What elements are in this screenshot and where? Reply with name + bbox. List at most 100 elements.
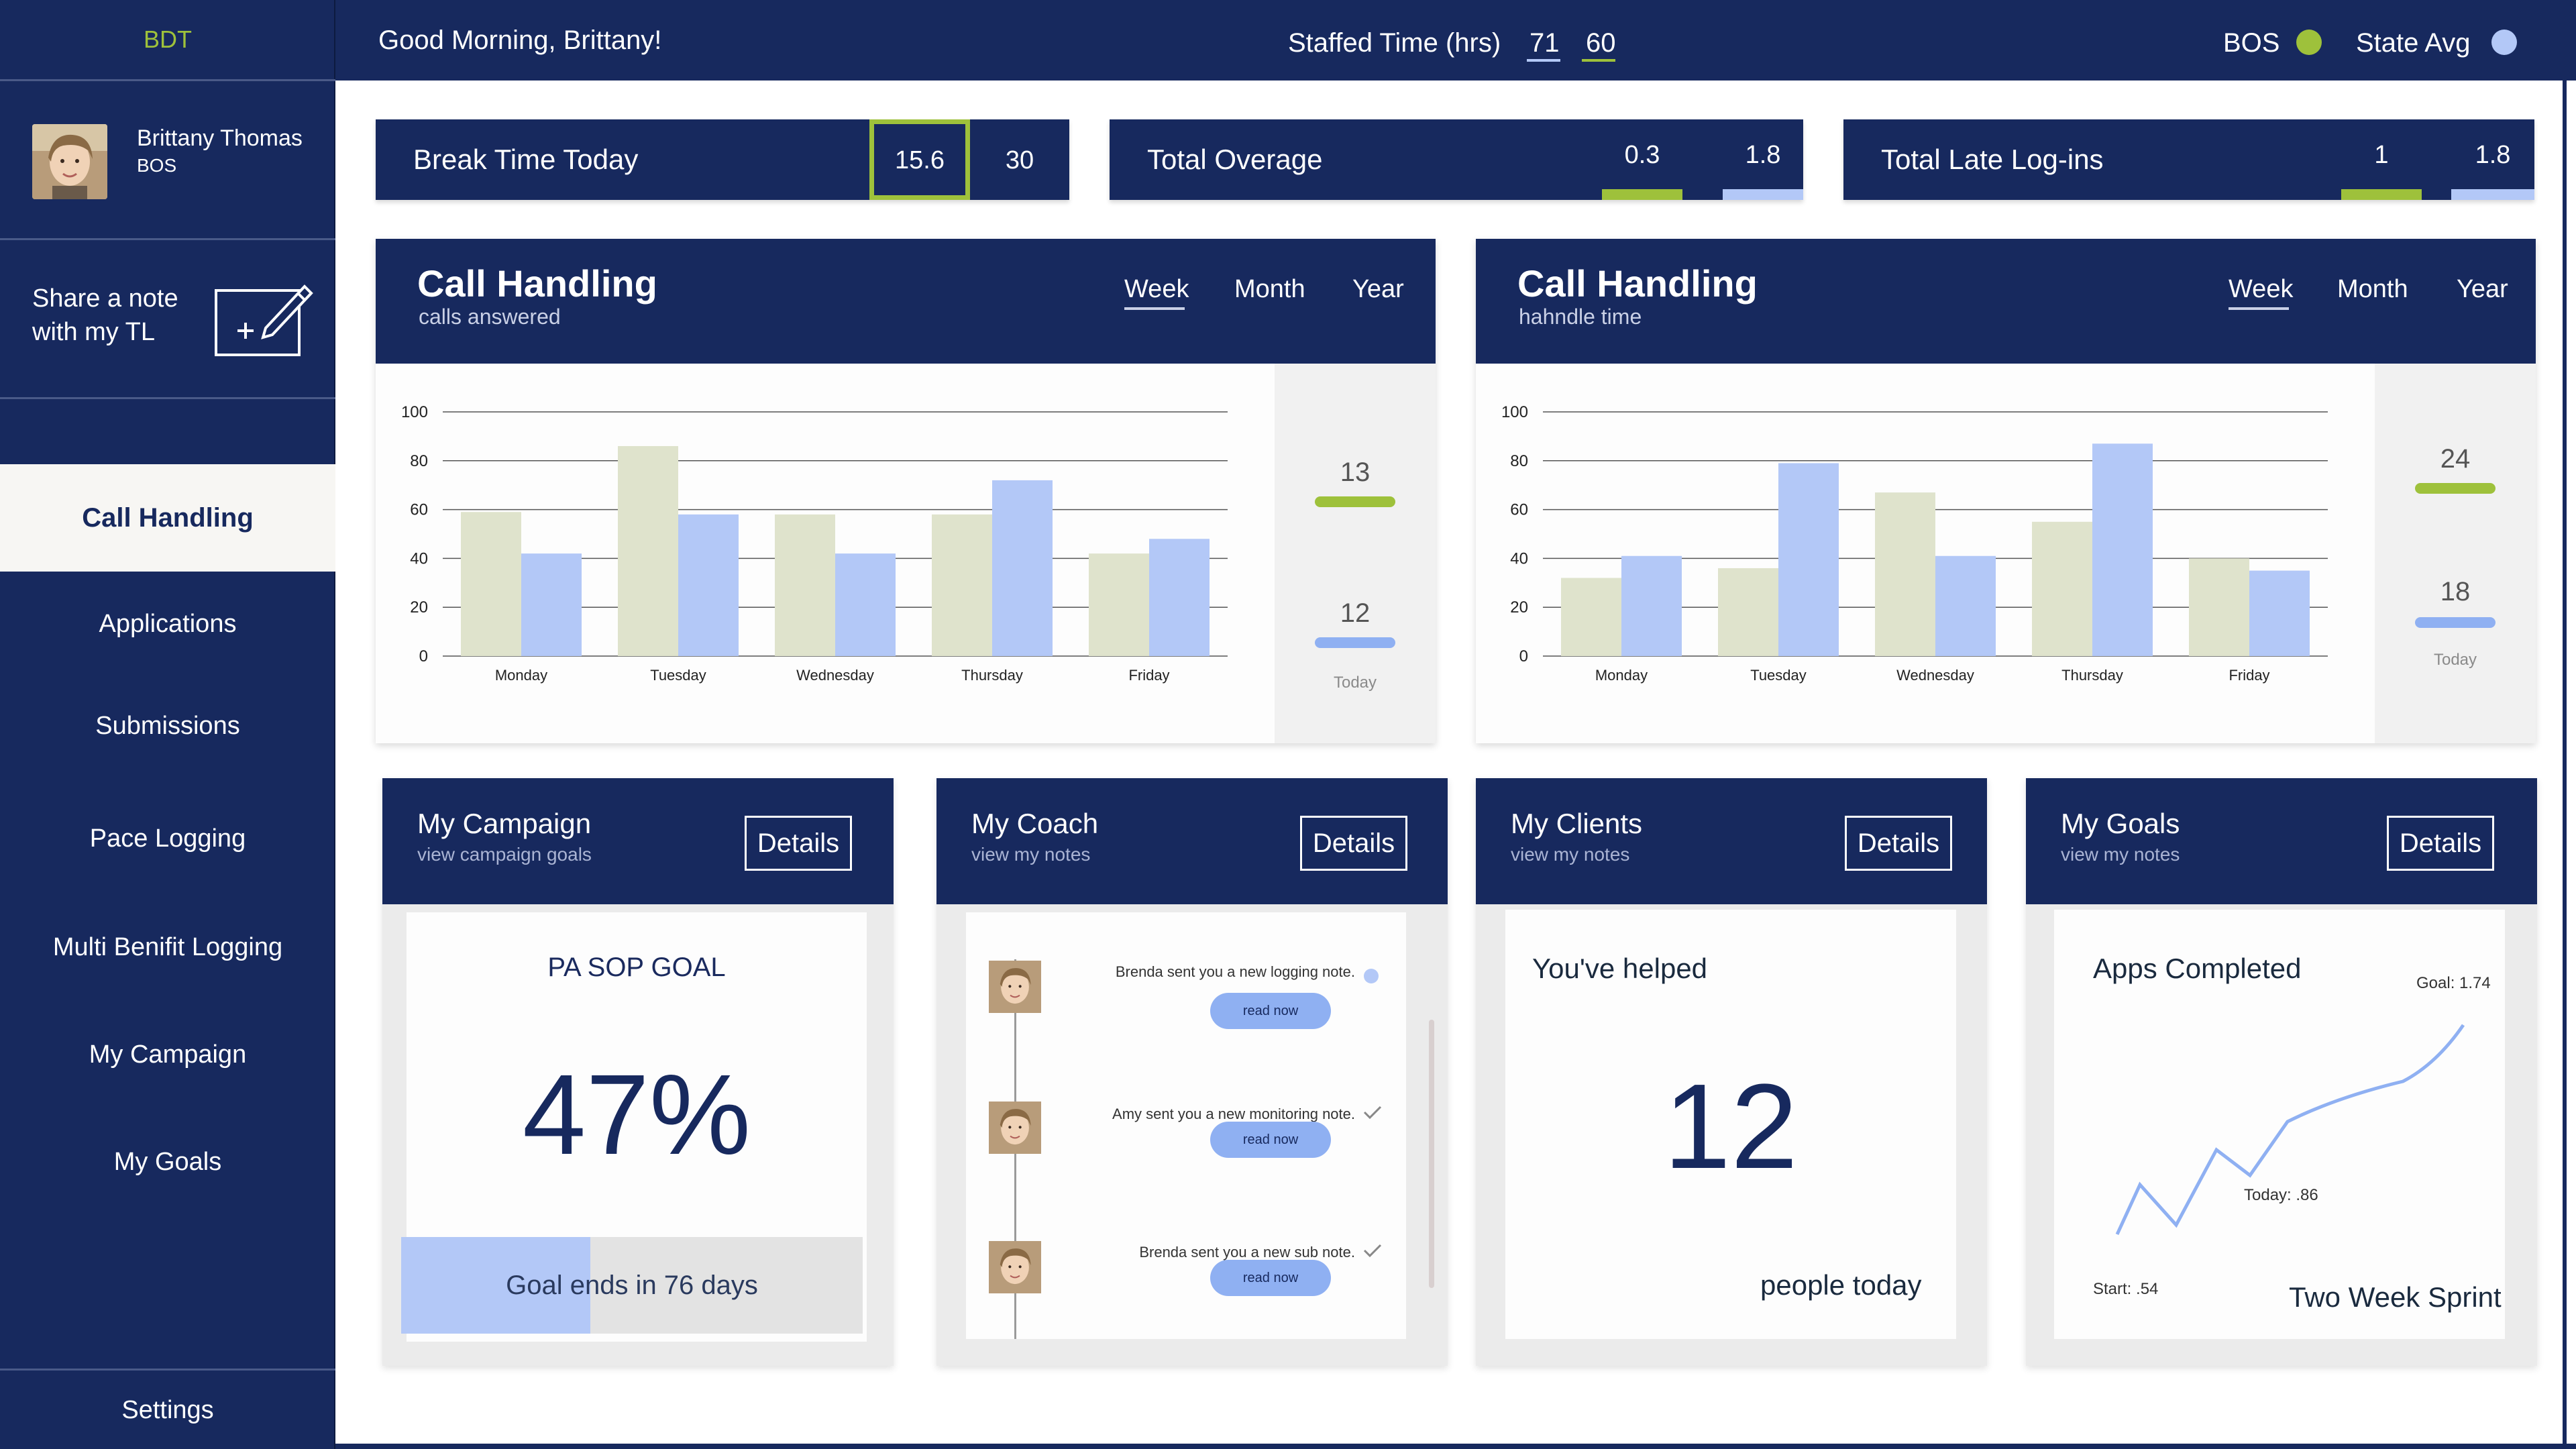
sidebar: BDT Brittany Thomas BOS Share a note wit… xyxy=(0,0,335,1449)
start-value-label: Start: .54 xyxy=(2093,1280,2159,1298)
tab-year[interactable]: Year xyxy=(2457,275,2508,304)
y-tick-label: 0 xyxy=(419,647,428,665)
divider xyxy=(0,1368,335,1371)
staffed-time-label: Staffed Time (hrs) xyxy=(1288,28,1501,58)
bar-thursday-bos xyxy=(932,514,992,656)
chart-title: Call Handling xyxy=(417,262,657,305)
today-bos-value: 24 xyxy=(2440,444,2471,474)
card-subtitle: view my notes xyxy=(1511,844,1630,865)
sidebar-item-applications[interactable]: Applications xyxy=(0,590,335,657)
bar-chart: 0 20 40 60 80 100 Monday Tuesday Wednesday Thursd… xyxy=(1501,403,2328,684)
read-now-button[interactable]: read now xyxy=(1210,1260,1331,1296)
sidebar-item-submissions[interactable]: Submissions xyxy=(0,692,335,759)
avatar xyxy=(32,124,107,199)
details-button[interactable]: Details xyxy=(745,816,852,871)
y-tick-label: 20 xyxy=(1510,598,1528,616)
top-bar: Good Morning, Brittany! Staffed Time (hr… xyxy=(335,0,2576,80)
today-bos-value: 13 xyxy=(1340,458,1371,487)
bos-bar xyxy=(1602,189,1682,200)
goal-progress-track: Goal ends in 76 days xyxy=(401,1237,863,1334)
staffed-bos-value: 60 xyxy=(1586,28,1616,58)
chart-subtitle: hahndle time xyxy=(1519,305,1642,329)
chart-title: Call Handling xyxy=(1517,262,1758,305)
state-indicator xyxy=(1315,637,1395,648)
right-edge xyxy=(2563,80,2567,1449)
bos-indicator xyxy=(2415,483,2496,494)
divider xyxy=(0,397,335,399)
my-goals-card: My Goals view my notes Details Apps Comp… xyxy=(2026,778,2537,1366)
bar-tuesday-bos xyxy=(1718,568,1778,656)
stat-label: Total Overage xyxy=(1147,144,1323,175)
bar-friday-bos xyxy=(2189,558,2249,656)
tab-year[interactable]: Year xyxy=(1352,275,1404,304)
my-clients-card: My Clients view my notes Details You've … xyxy=(1476,778,1987,1366)
y-tick-label: 100 xyxy=(1501,403,1528,421)
stat-label: Total Late Log-ins xyxy=(1881,144,2104,175)
tab-week[interactable]: Week xyxy=(2229,275,2293,304)
details-button[interactable]: Details xyxy=(1300,816,1407,871)
bos-bar xyxy=(2341,189,2422,200)
bar-tuesday-state xyxy=(678,514,739,656)
today-value-label: Today: .86 xyxy=(2244,1186,2318,1204)
tab-month[interactable]: Month xyxy=(1234,275,1305,304)
user-profile[interactable]: Brittany Thomas BOS xyxy=(0,81,335,238)
legend-state-dot xyxy=(2491,30,2517,55)
x-tick-label: Thursday xyxy=(961,667,1023,684)
tab-week[interactable]: Week xyxy=(1124,275,1189,304)
legend-bos-label: BOS xyxy=(2223,28,2280,58)
sidebar-item-call-handling[interactable]: Call Handling xyxy=(0,464,335,572)
read-now-button[interactable]: read now xyxy=(1210,993,1331,1029)
staffed-state-value: 71 xyxy=(1529,28,1560,58)
bar-tuesday-state xyxy=(1778,463,1839,656)
stat-bos-value: 0.3 xyxy=(1624,141,1660,169)
sidebar-item-my-goals[interactable]: My Goals xyxy=(0,1128,335,1195)
x-tick-label: Friday xyxy=(1128,667,1169,684)
compose-note-icon xyxy=(213,277,314,358)
bar-wednesday-bos xyxy=(1875,492,1935,656)
bar-thursday-state xyxy=(992,480,1053,656)
state-bar xyxy=(1723,189,1803,200)
goal-label: PA SOP GOAL xyxy=(547,953,726,982)
share-note-button[interactable]: Share a note with my TL xyxy=(0,240,335,397)
bar-wednesday-bos xyxy=(775,514,835,656)
bar-wednesday-state xyxy=(1935,555,1996,656)
bar-friday-state xyxy=(1149,539,1210,656)
card-title: My Clients xyxy=(1511,808,1643,839)
bar-monday-bos xyxy=(1561,578,1621,656)
scrollbar[interactable] xyxy=(1429,1020,1434,1288)
y-tick-label: 20 xyxy=(410,598,428,616)
details-button[interactable]: Details xyxy=(1845,816,1952,871)
brand-logo: BDT xyxy=(144,25,192,53)
goals-body: Apps Completed Goal: 1.74 Today: .86 Sta… xyxy=(2054,910,2505,1339)
stat-late-logins: Total Late Log-ins 1 1.8 xyxy=(1843,119,2534,200)
today-summary: 13 12 Today xyxy=(1275,364,1436,743)
card-subtitle: view my notes xyxy=(971,844,1091,865)
bar-thursday-state xyxy=(2092,443,2153,656)
read-now-button[interactable]: read now xyxy=(1210,1122,1331,1158)
x-tick-label: Wednesday xyxy=(1896,667,1974,684)
y-tick-label: 60 xyxy=(410,501,428,519)
x-tick-label: Tuesday xyxy=(650,667,706,684)
x-tick-label: Wednesday xyxy=(796,667,874,684)
campaign-body: PA SOP GOAL 47% Goal ends in 76 days xyxy=(401,912,867,1342)
details-button[interactable]: Details xyxy=(2387,816,2494,871)
sidebar-item-my-campaign[interactable]: My Campaign xyxy=(0,1021,335,1088)
sidebar-item-settings[interactable]: Settings xyxy=(0,1377,335,1444)
stat-bos-value: 15.6 xyxy=(895,146,945,174)
stat-label: Break Time Today xyxy=(413,144,639,175)
bar-wednesday-state xyxy=(835,553,896,656)
card-subtitle: view campaign goals xyxy=(417,844,592,865)
sidebar-item-multi-benefit-logging[interactable]: Multi Benifit Logging xyxy=(0,914,335,981)
bar-monday-bos xyxy=(461,512,521,656)
profile-name: Brittany Thomas xyxy=(137,125,303,151)
share-note-label: Share a note with my TL xyxy=(32,284,178,346)
sidebar-item-pace-logging[interactable]: Pace Logging xyxy=(0,805,335,872)
tab-month[interactable]: Month xyxy=(2337,275,2408,304)
card-header: My Goals view my notes Details xyxy=(2026,778,2537,904)
people-today-label: people today xyxy=(1760,1269,1922,1301)
my-campaign-card: My Campaign view campaign goals Details … xyxy=(382,778,894,1366)
today-state-value: 18 xyxy=(2440,577,2471,606)
card-title: My Campaign xyxy=(417,808,592,839)
stat-break-time: Break Time Today 15.6 30 xyxy=(376,119,1069,200)
coach-avatar xyxy=(989,1241,1041,1293)
